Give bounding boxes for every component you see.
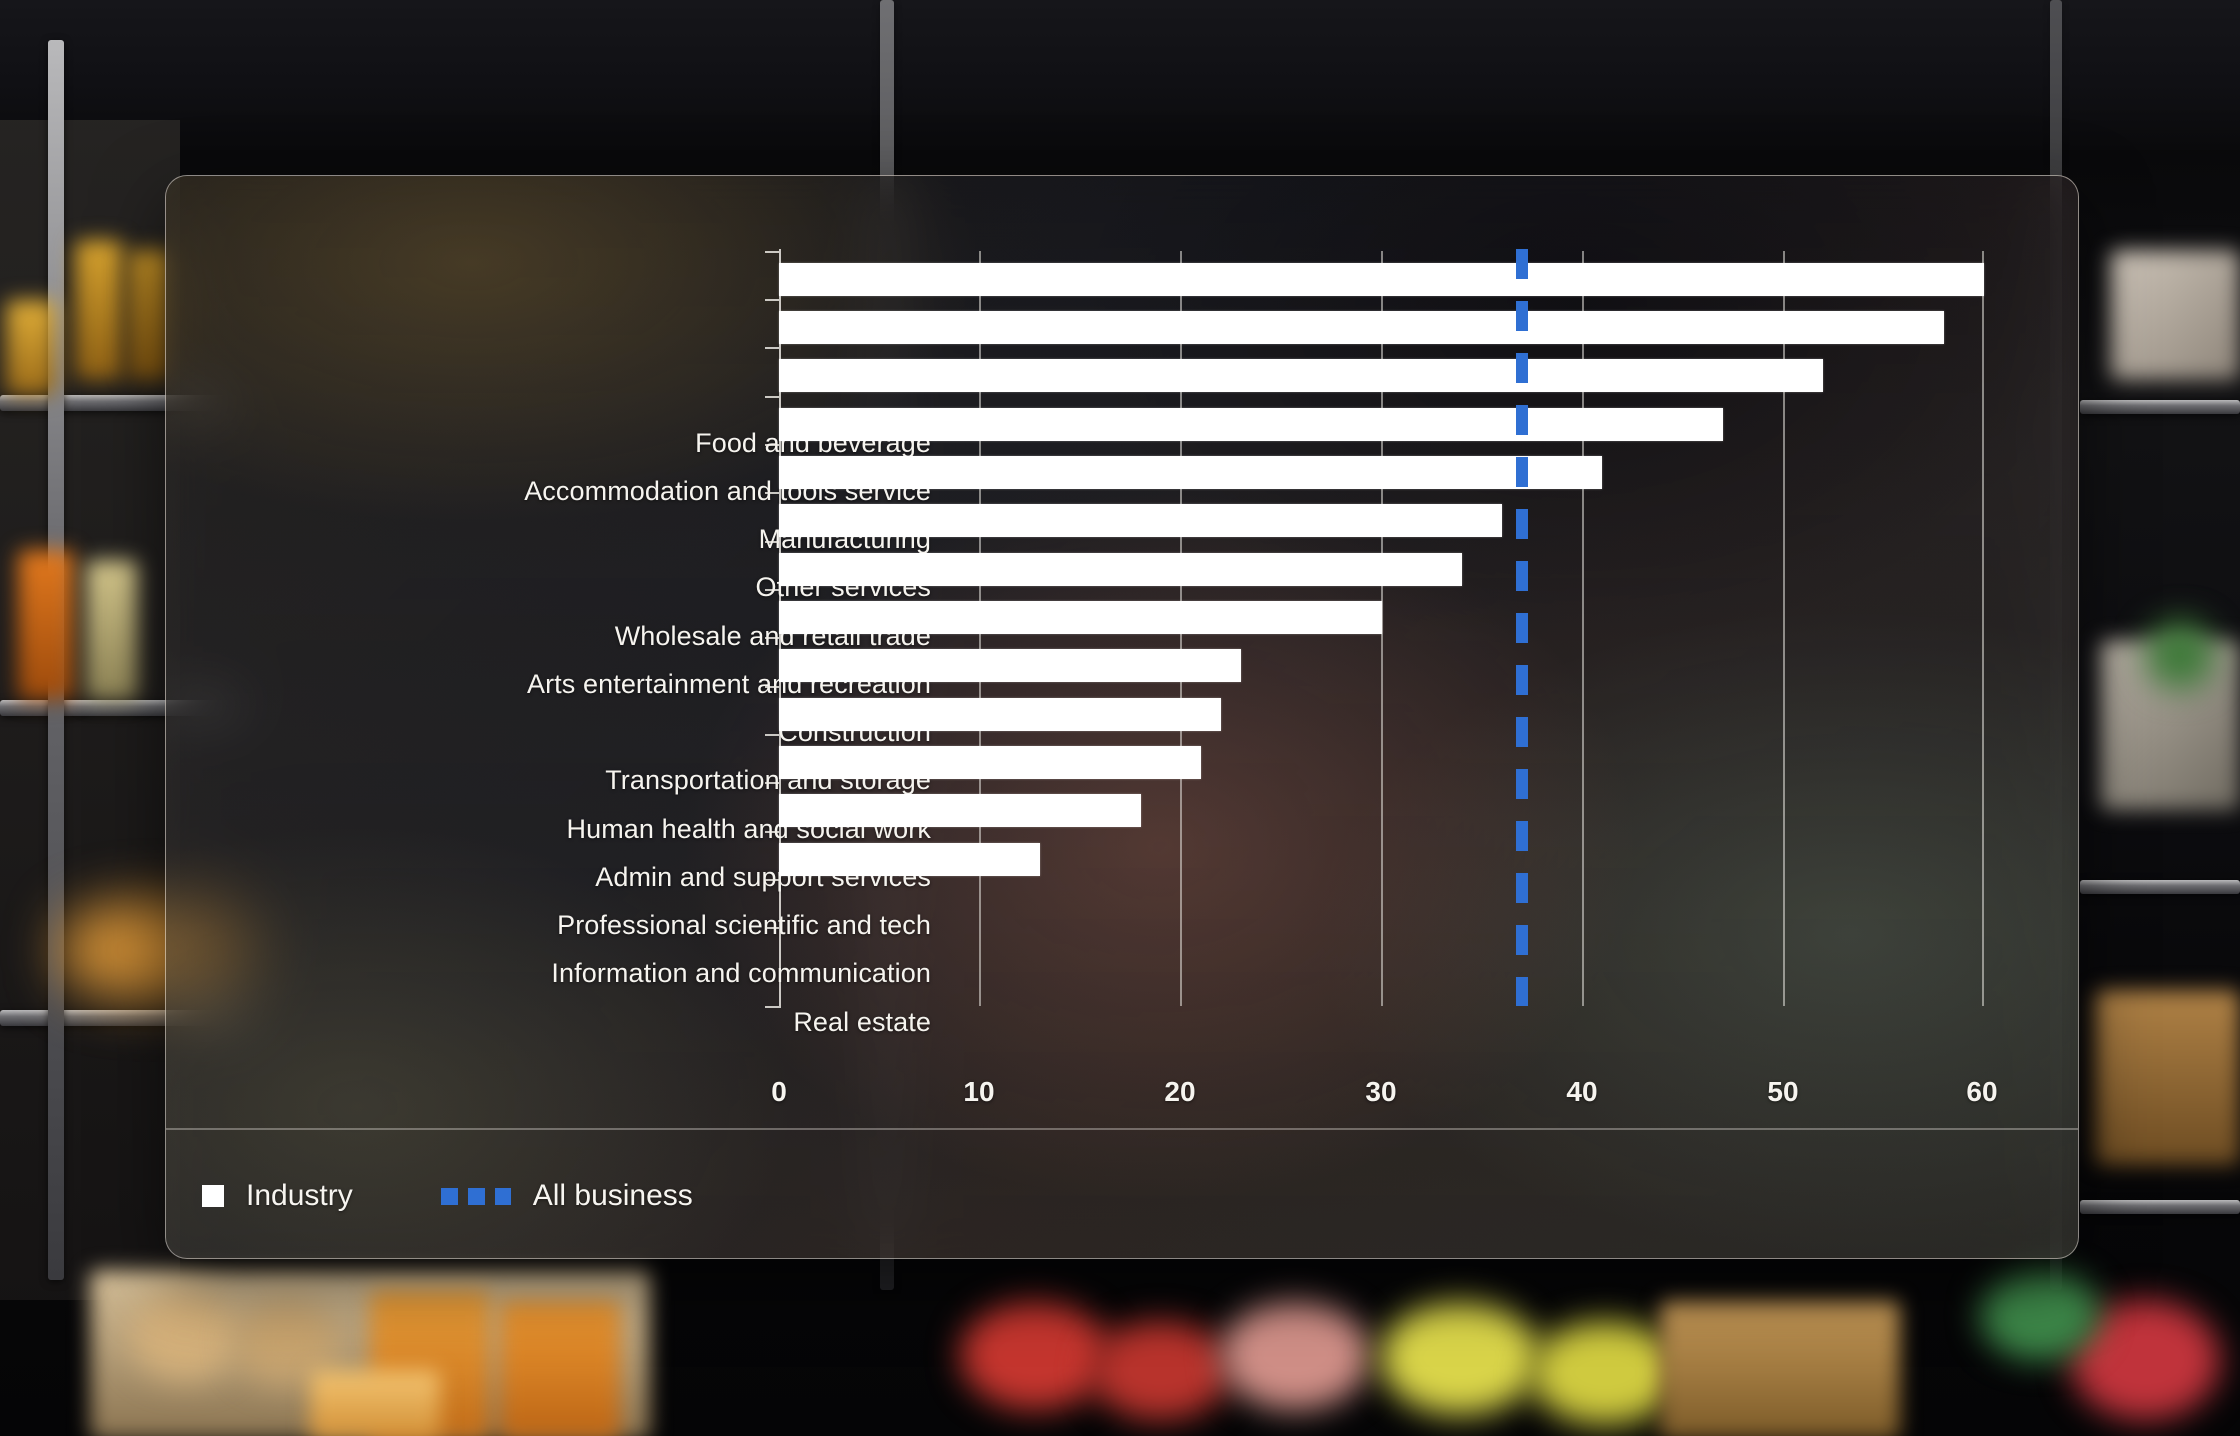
x-tick-label: 10: [963, 1076, 995, 1107]
background-bread-1: [130, 1290, 240, 1380]
background-greens-bottom: [1980, 1270, 2100, 1360]
gridline-60: [1982, 251, 1984, 1006]
background-right-package-1: [2110, 250, 2240, 380]
bar-professional-scientific-and-tech[interactable]: [779, 746, 1201, 779]
all-business-reference-line: [1516, 249, 1529, 1006]
background-lemon-net-1: [1380, 1300, 1540, 1415]
bar-admin-and-support-services[interactable]: [779, 698, 1221, 731]
category-label: Real estate: [793, 1007, 931, 1037]
background-right-rail-3: [2080, 1200, 2240, 1214]
bar-human-health-and-social-work[interactable]: [779, 649, 1241, 682]
bar-wholesale-and-retail-trade[interactable]: [779, 456, 1603, 489]
background-bottle-3: [6, 300, 56, 395]
y-tick: [765, 1006, 779, 1008]
background-basket-bottom: [1660, 1300, 1900, 1436]
y-tick: [765, 637, 779, 639]
background-sandwich-pack-2: [500, 1300, 620, 1436]
y-tick: [765, 396, 779, 398]
bar-real-estate[interactable]: [779, 843, 1041, 876]
background-bottle-5: [86, 560, 138, 700]
legend-divider: [166, 1128, 2078, 1130]
chart-card: Food and beverage Accommodation and tool…: [165, 175, 2079, 1259]
x-axis-tick-labels: 0 10 20 30 40 50 60: [771, 1076, 1997, 1122]
bar-food-and-beverage[interactable]: [779, 263, 1984, 296]
background-sandwich-pack-3: [310, 1370, 440, 1436]
legend-label-all-business: All business: [532, 1179, 693, 1212]
bar-arts-entertainment-and-recreation[interactable]: [779, 504, 1502, 537]
chart-card-inner: Food and beverage Accommodation and tool…: [166, 176, 2078, 1258]
y-tick: [765, 686, 779, 688]
y-tick: [765, 734, 779, 736]
bar-information-and-communication[interactable]: [779, 794, 1141, 827]
background-bottle-4: [18, 550, 74, 700]
x-tick-label: 50: [1767, 1076, 1799, 1107]
plot-area: [765, 249, 1984, 1008]
background-lemon-net-2: [1530, 1320, 1680, 1425]
background-right-greens: [2145, 620, 2215, 690]
y-tick: [765, 589, 779, 591]
y-tick: [765, 879, 779, 881]
y-tick: [765, 831, 779, 833]
bar-transportation-and-storage[interactable]: [779, 601, 1382, 634]
x-tick-label: 20: [1164, 1076, 1196, 1107]
y-tick: [765, 444, 779, 446]
bar-manufacturing[interactable]: [779, 359, 1824, 392]
legend-item-all-business[interactable]: All business: [440, 1179, 693, 1213]
background-basket-right: [2095, 990, 2240, 1165]
background-tomato-net-1: [960, 1300, 1110, 1410]
y-tick: [765, 541, 779, 543]
background-tomato-net-2: [1090, 1320, 1230, 1420]
y-tick: [765, 492, 779, 494]
y-tick: [765, 782, 779, 784]
x-tick-label: 40: [1566, 1076, 1598, 1107]
background-onion-net-1: [1220, 1300, 1370, 1410]
legend-dashed-line-icon: [440, 1187, 511, 1205]
y-tick: [765, 299, 779, 301]
bar-accommodation-and-tools-service[interactable]: [779, 311, 1944, 344]
chart-legend: Industry All business: [202, 1166, 693, 1226]
y-tick: [765, 251, 779, 253]
y-tick: [765, 927, 779, 929]
background-right-rail-1: [2080, 400, 2240, 414]
x-tick-label: 60: [1966, 1076, 1998, 1107]
bar-construction[interactable]: [779, 553, 1462, 586]
background-right-rail-2: [2080, 880, 2240, 894]
y-tick: [765, 347, 779, 349]
legend-square-icon: [202, 1185, 224, 1207]
x-tick-label: 0: [771, 1076, 787, 1107]
x-tick-label: 30: [1365, 1076, 1397, 1107]
bar-other-services[interactable]: [779, 408, 1723, 441]
legend-label-industry: Industry: [246, 1179, 353, 1212]
background-bottle-1: [75, 240, 123, 380]
background-cabinet-top: [0, 0, 2240, 150]
legend-item-industry[interactable]: Industry: [202, 1179, 353, 1213]
